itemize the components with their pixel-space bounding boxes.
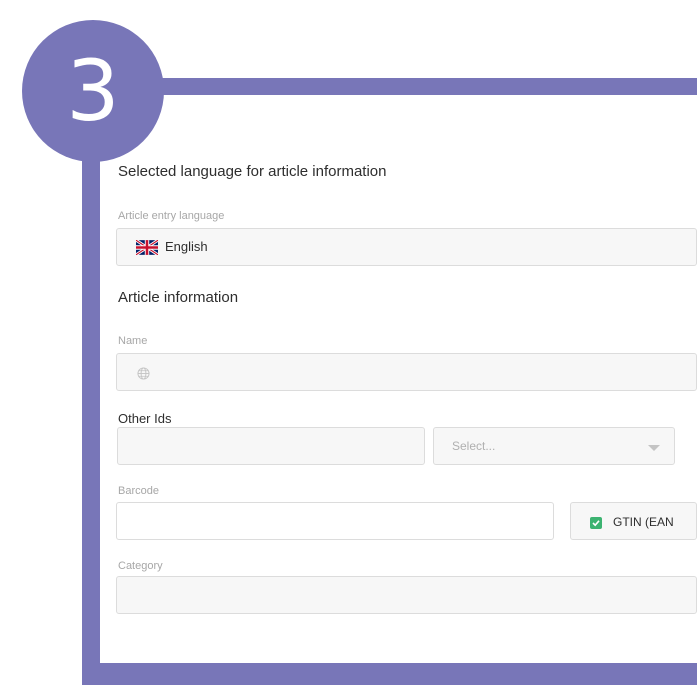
other-ids-input[interactable]	[117, 427, 425, 465]
step-number-badge: 3	[22, 20, 164, 162]
globe-icon	[137, 367, 150, 380]
other-ids-label: Other Ids	[118, 411, 172, 426]
uk-flag-icon	[136, 240, 158, 255]
gtin-toggle[interactable]: GTIN (EAN	[570, 502, 697, 540]
gtin-label: GTIN (EAN	[613, 515, 674, 529]
barcode-label: Barcode	[118, 485, 159, 497]
barcode-input[interactable]	[116, 502, 554, 540]
gtin-checkbox[interactable]	[590, 517, 602, 529]
language-section-title: Selected language for article informatio…	[118, 163, 387, 180]
name-input[interactable]	[116, 353, 697, 391]
name-label: Name	[118, 335, 148, 347]
category-select[interactable]	[116, 576, 697, 614]
chevron-down-icon	[648, 445, 660, 451]
article-entry-language-label: Article entry language	[118, 210, 225, 222]
article-form-panel: Selected language for article informatio…	[100, 95, 697, 663]
article-entry-language-select[interactable]: English	[116, 228, 697, 266]
other-ids-type-select[interactable]: Select...	[433, 427, 675, 465]
article-information-title: Article information	[118, 289, 239, 306]
selected-language-text: English	[165, 239, 208, 254]
checkmark-icon	[592, 520, 600, 527]
category-label: Category	[118, 560, 163, 572]
select-placeholder: Select...	[452, 439, 496, 453]
